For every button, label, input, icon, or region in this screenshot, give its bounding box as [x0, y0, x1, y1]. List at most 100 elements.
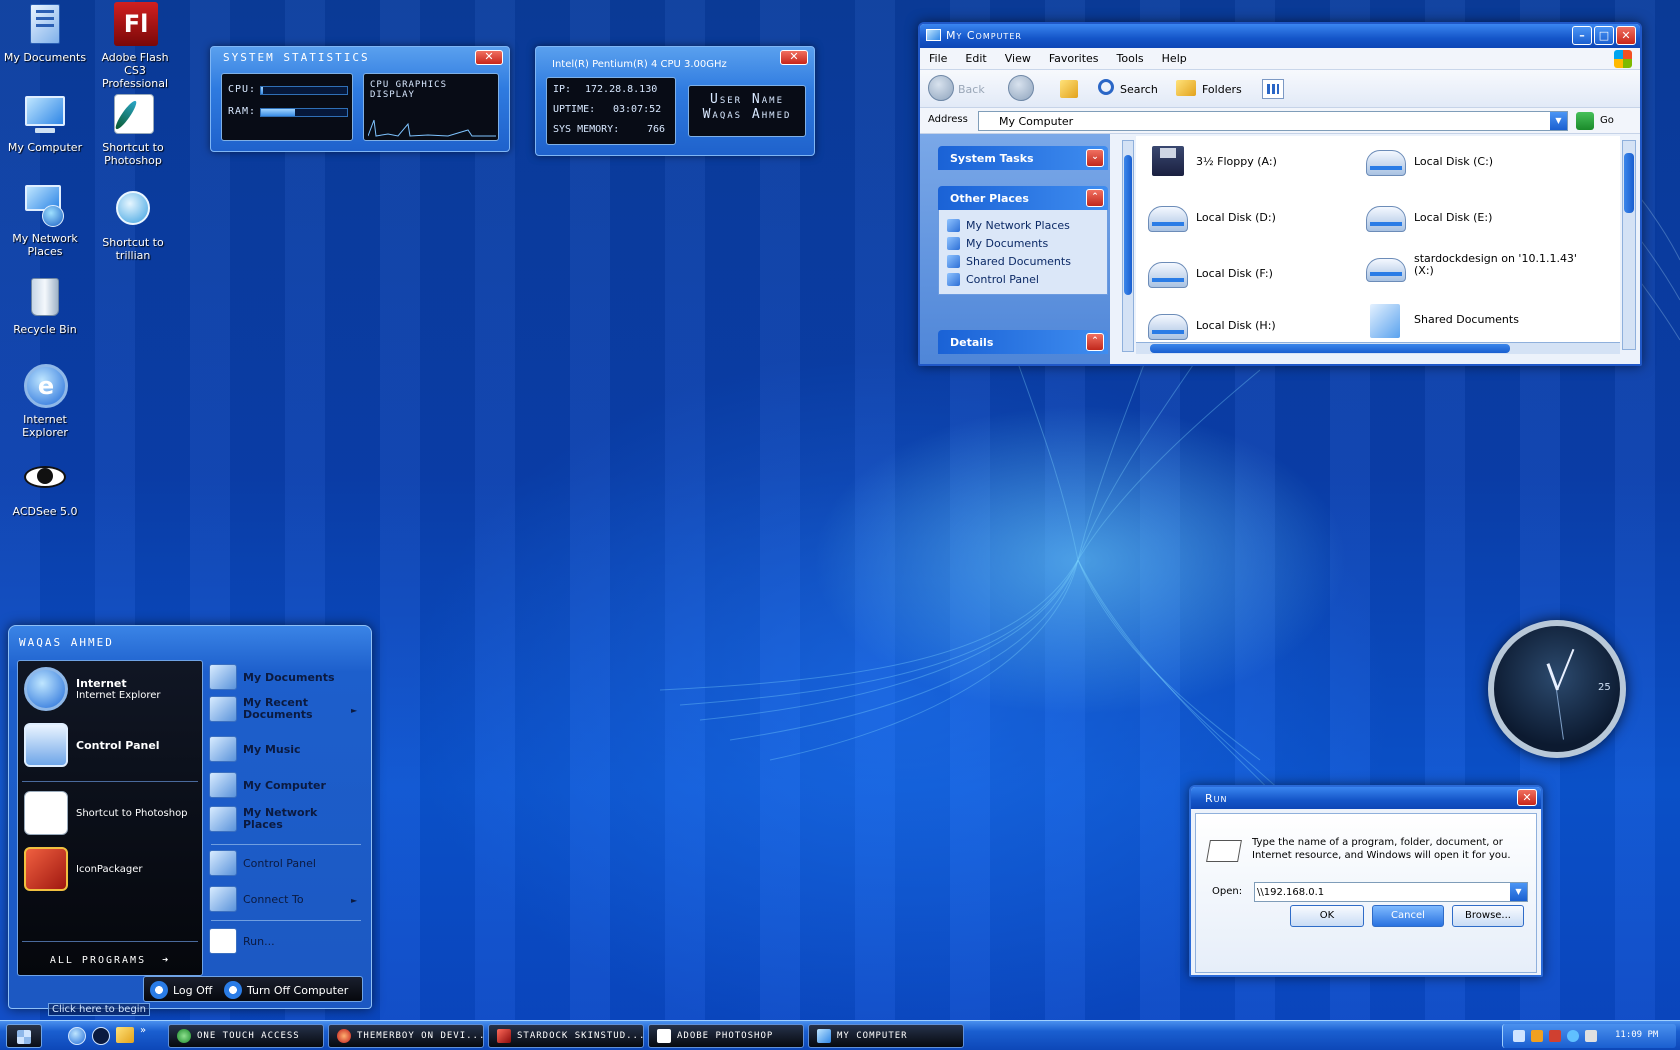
- tray-security-icon[interactable]: [1531, 1030, 1543, 1042]
- other-places-header[interactable]: Other Places ⌃: [938, 186, 1108, 210]
- scrollbar-thumb[interactable]: [1624, 153, 1634, 213]
- open-combobox[interactable]: ▼: [1254, 882, 1528, 902]
- desktop-icon-network[interactable]: My Network Places: [0, 183, 90, 258]
- link-control-panel[interactable]: Control Panel: [947, 270, 1099, 288]
- collapse-chevron-icon[interactable]: ⌃: [1086, 333, 1104, 351]
- dropdown-chevron-icon[interactable]: ▼: [1510, 883, 1527, 901]
- address-field[interactable]: My Computer ▼: [978, 111, 1568, 131]
- task-button[interactable]: Adobe Photoshop: [648, 1024, 804, 1048]
- go-button[interactable]: Go: [1600, 115, 1614, 126]
- tray-clock[interactable]: 11:09 PM: [1615, 1030, 1658, 1040]
- scrollbar-thumb[interactable]: [1124, 155, 1132, 295]
- drive-item[interactable]: Shared Documents: [1364, 302, 1519, 338]
- address-dropdown-chevron-icon[interactable]: ▼: [1550, 112, 1567, 130]
- task-button[interactable]: One Touch Access: [168, 1024, 324, 1048]
- desktop-icon-flash[interactable]: Fl Adobe Flash CS3 Professional: [90, 2, 180, 90]
- quicklaunch-media-icon[interactable]: [92, 1027, 110, 1045]
- menu-item-my-documents[interactable]: My Documents: [209, 664, 335, 690]
- window-titlebar[interactable]: My Computer – □ ✕: [920, 24, 1640, 48]
- menu-favorites[interactable]: Favorites: [1040, 48, 1108, 65]
- menu-view[interactable]: View: [996, 48, 1040, 65]
- views-grid-icon[interactable]: [1262, 79, 1284, 99]
- menu-item-run[interactable]: Run...: [209, 928, 275, 954]
- quicklaunch-folder-icon[interactable]: [116, 1027, 134, 1043]
- cancel-button[interactable]: Cancel: [1372, 905, 1444, 927]
- desktop-icon-label: ACDSee 5.0: [12, 505, 78, 518]
- menu-file[interactable]: File: [920, 48, 956, 65]
- details-header[interactable]: Details ⌃: [938, 330, 1108, 354]
- drive-item[interactable]: 3½ Floppy (A:): [1146, 144, 1277, 178]
- folders-button[interactable]: Folders: [1202, 83, 1242, 96]
- maximize-button[interactable]: □: [1594, 26, 1614, 45]
- run-titlebar[interactable]: Run ✕: [1191, 787, 1541, 809]
- scrollbar-thumb[interactable]: [1150, 344, 1510, 353]
- recent-iconpackager[interactable]: IconPackager: [24, 847, 142, 891]
- menu-tools[interactable]: Tools: [1108, 48, 1153, 65]
- desktop-icon-label: Internet Explorer: [22, 413, 68, 439]
- desktop-icon-my-computer[interactable]: My Computer: [0, 92, 90, 154]
- tray-volume-icon[interactable]: [1585, 1030, 1597, 1042]
- widget-close-button[interactable]: ✕: [780, 50, 808, 65]
- menu-edit[interactable]: Edit: [956, 48, 995, 65]
- desktop-icon-ie[interactable]: e Internet Explorer: [0, 364, 90, 439]
- search-button[interactable]: Search: [1120, 83, 1158, 96]
- menu-item-my-recent-documents[interactable]: My Recent Documents: [209, 696, 349, 722]
- task-button[interactable]: themerboy on devi...: [328, 1024, 484, 1048]
- content-vertical-scrollbar[interactable]: [1622, 140, 1636, 350]
- desktop-icon-my-documents[interactable]: My Documents: [0, 2, 90, 64]
- desktop-icon-recycle-bin[interactable]: Recycle Bin: [0, 274, 90, 336]
- drive-item[interactable]: Local Disk (C:): [1364, 144, 1493, 178]
- clock-second-hand: [1556, 689, 1564, 740]
- tray-network-icon[interactable]: [1513, 1030, 1525, 1042]
- system-tasks-header[interactable]: System Tasks ⌄: [938, 146, 1108, 170]
- log-off-button[interactable]: Log Off: [150, 981, 212, 999]
- expand-chevron-icon[interactable]: ⌄: [1086, 149, 1104, 167]
- go-arrow-icon[interactable]: [1576, 112, 1594, 130]
- menu-item-my-computer[interactable]: My Computer: [209, 772, 326, 798]
- start-button[interactable]: [6, 1024, 42, 1048]
- task-button[interactable]: My Computer: [808, 1024, 964, 1048]
- menu-item-my-music[interactable]: My Music: [209, 736, 301, 762]
- open-input[interactable]: [1257, 885, 1507, 899]
- widget-close-button[interactable]: ✕: [475, 50, 503, 65]
- desktop-icon-acdsee[interactable]: ACDSee 5.0: [0, 456, 90, 518]
- back-arrow-icon[interactable]: [928, 75, 954, 101]
- quicklaunch-ie-icon[interactable]: [68, 1027, 86, 1045]
- link-my-network-places[interactable]: My Network Places: [947, 216, 1099, 234]
- link-my-documents[interactable]: My Documents: [947, 234, 1099, 252]
- up-folder-icon[interactable]: [1060, 80, 1078, 98]
- horizontal-scrollbar[interactable]: [1136, 342, 1620, 354]
- pinned-control-panel[interactable]: Control Panel: [24, 723, 160, 767]
- close-button[interactable]: ✕: [1616, 26, 1636, 45]
- menu-item-my-network-places[interactable]: My Network Places: [209, 806, 349, 832]
- submenu-arrow-icon: ►: [351, 896, 358, 905]
- close-button[interactable]: ✕: [1517, 789, 1537, 806]
- back-button[interactable]: Back: [958, 83, 985, 96]
- menu-help[interactable]: Help: [1153, 48, 1196, 65]
- collapse-chevron-icon[interactable]: ⌃: [1086, 189, 1104, 207]
- task-button[interactable]: Stardock SkinStud...: [488, 1024, 644, 1048]
- ok-button[interactable]: OK: [1290, 905, 1364, 927]
- desktop-icon-trillian[interactable]: Shortcut to trillian: [88, 187, 178, 262]
- quicklaunch-expand-icon[interactable]: »: [140, 1025, 146, 1036]
- tray-trillian-icon[interactable]: [1567, 1030, 1579, 1042]
- recent-photoshop[interactable]: Shortcut to Photoshop: [24, 791, 188, 835]
- link-shared-documents[interactable]: Shared Documents: [947, 252, 1099, 270]
- drive-item[interactable]: Local Disk (D:): [1146, 200, 1276, 234]
- flash-icon: Fl: [112, 2, 158, 48]
- drive-item[interactable]: stardockdesign on '10.1.1.43' (X:): [1364, 248, 1577, 282]
- drive-item[interactable]: Local Disk (E:): [1364, 200, 1492, 234]
- pinned-internet[interactable]: Internet Internet Explorer: [24, 667, 161, 711]
- drive-item[interactable]: Local Disk (H:): [1146, 308, 1276, 342]
- drive-item[interactable]: Local Disk (F:): [1146, 256, 1273, 290]
- desktop-icon-photoshop[interactable]: Shortcut to Photoshop: [88, 92, 178, 167]
- task-pane-scrollbar[interactable]: [1122, 140, 1134, 352]
- menu-item-connect-to[interactable]: Connect To: [209, 886, 304, 912]
- tray-app-icon[interactable]: [1549, 1030, 1561, 1042]
- turn-off-button[interactable]: Turn Off Computer: [224, 981, 348, 999]
- menu-item-control-panel[interactable]: Control Panel: [209, 850, 316, 876]
- forward-arrow-icon[interactable]: [1008, 75, 1034, 101]
- all-programs-button[interactable]: All Programs ➜: [18, 949, 202, 973]
- minimize-button[interactable]: –: [1572, 26, 1592, 45]
- browse-button[interactable]: Browse...: [1452, 905, 1524, 927]
